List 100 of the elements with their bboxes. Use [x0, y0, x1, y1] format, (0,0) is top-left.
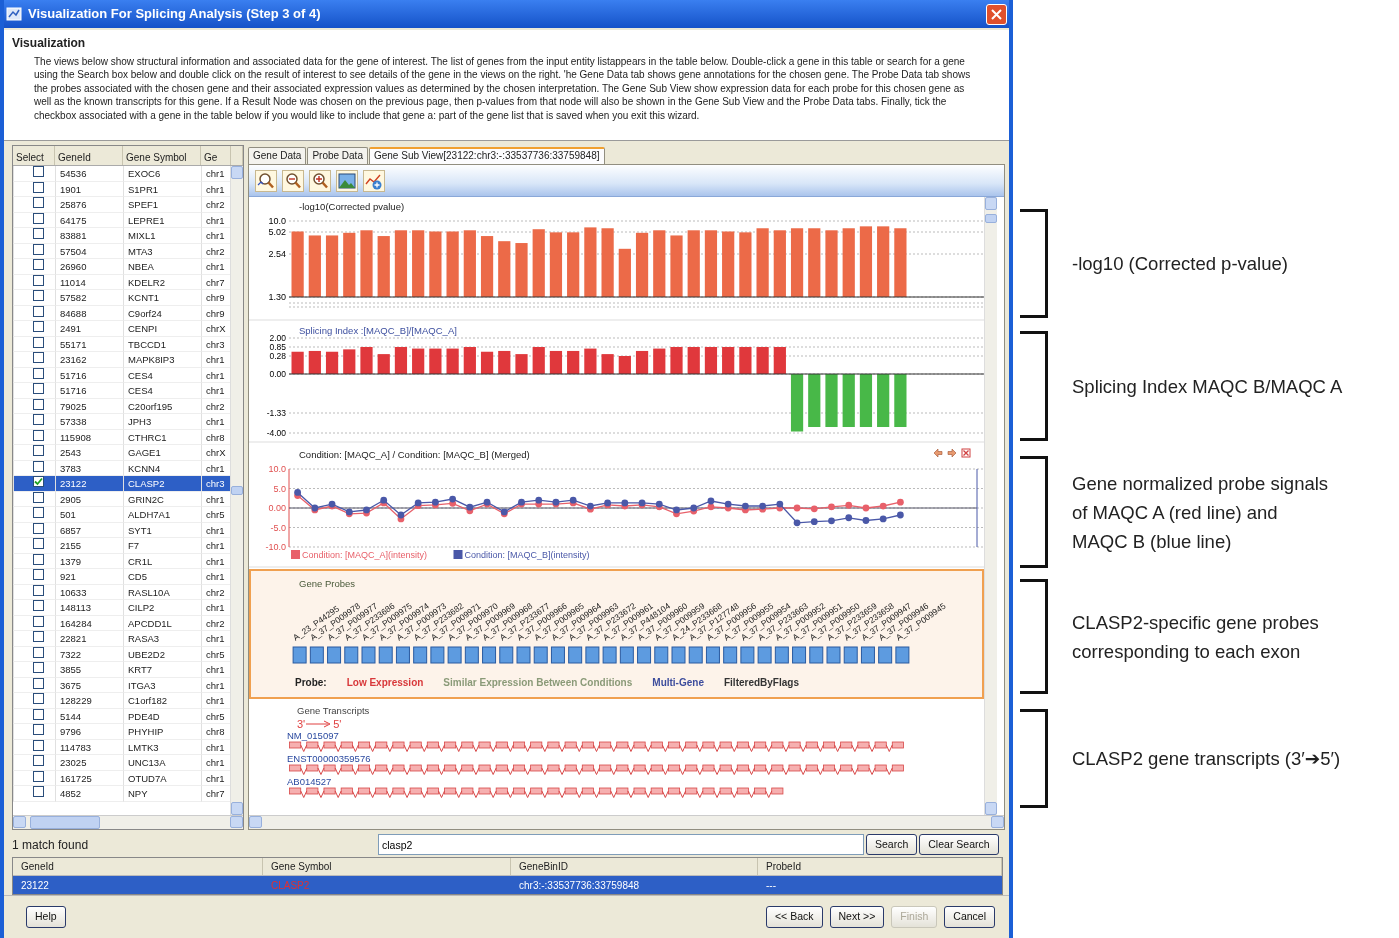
table-cell: 10633	[55, 584, 123, 600]
axis-tick-label: 0.00	[269, 369, 286, 379]
table-cell: 1379	[55, 553, 123, 569]
axis-tick-label: 5.02	[268, 227, 286, 237]
table-cell: 23025	[55, 755, 123, 771]
table-cell: 84688	[55, 305, 123, 321]
table-cell: 57338	[55, 414, 123, 430]
table-cell: CR1L	[123, 553, 201, 569]
axis-tick-label: 2.54	[268, 249, 286, 259]
description-text: The views below show structural information and associated data for the gene of interest. The list of genes from the input entity listappears in the table below. Double-click a gene in this table or search for a gene using the Search box below and double click on the result of interest to see details of the gene in the views on the right. 'he Gene Data tab shows gene annotations for the chosen gene. The Probe Data tab shows the probes associated with the chosen gene and their associated expression values as determined by the chosen interpretation. The Gene Sub View show expression data for each probe for this chosen gene as well as the known transcripts for this gene. If a Result Node was chosen on the previous page, then p-values from that node will also be shown in the Gene Sub View and the Probe Data tabs. Finally, tick the checkbox associated with a gene in the table below if you would like to include that gene a: part of the gene list that is saved when you exit this wizard.	[34, 55, 972, 123]
table-cell: RASL10A	[123, 584, 201, 600]
table-cell: CLASP2	[123, 476, 201, 492]
table-cell: 115908	[55, 429, 123, 445]
window-title: Visualization For Splicing Analysis (Step 3 of 4)	[28, 5, 321, 24]
table-cell: 164284	[55, 615, 123, 631]
table-cell: 51716	[55, 367, 123, 383]
table-cell: KRT7	[123, 662, 201, 678]
table-cell: APCDD1L	[123, 615, 201, 631]
status-text: 1 match found	[12, 836, 90, 854]
chart-title: Condition: [MAQC_A] / Condition: [MAQC_B] (Merged)	[299, 449, 530, 460]
axis-tick-label: 0.28	[269, 351, 286, 361]
table-cell: C20orf195	[123, 398, 201, 414]
table-cell: 22821	[55, 631, 123, 647]
table-cell: 921	[55, 569, 123, 585]
legend-label: FilteredByFlags	[723, 676, 799, 691]
table-cell: GRIN2C	[123, 491, 201, 507]
table-cell: MAPK8IP3	[123, 352, 201, 368]
table-cell: 114783	[55, 739, 123, 755]
annotation-text: CLASP2-specific gene probes corresponding to each exon	[1072, 610, 1320, 664]
table-cell: CENPI	[123, 321, 201, 337]
table-cell: 64175	[55, 212, 123, 228]
table-cell: S1PR1	[123, 181, 201, 197]
table-cell: 2491	[55, 321, 123, 337]
axis-tick-label: 0.85	[269, 342, 286, 352]
panel-title: Gene Transcripts	[296, 704, 371, 718]
table-cell: C9orf24	[123, 305, 201, 321]
table-cell: KCNT1	[123, 290, 201, 306]
table-cell: CTHRC1	[123, 429, 201, 445]
axis-tick-label: 10.0	[268, 216, 286, 226]
table-cell: RASA3	[123, 631, 201, 647]
table-cell: PDE4D	[123, 708, 201, 724]
table-cell: OTUD7A	[123, 770, 201, 786]
table-cell: 2905	[55, 491, 123, 507]
table-cell: UBE2D2	[123, 646, 201, 662]
table-cell-text: 23122	[20, 878, 50, 893]
table-cell: 7322	[55, 646, 123, 662]
table-cell: C1orf182	[123, 693, 201, 709]
table-cell: KDELR2	[123, 274, 201, 290]
axis-tick-label: 0.00	[268, 503, 286, 513]
table-cell: 23162	[55, 352, 123, 368]
table-cell: SPEF1	[123, 197, 201, 213]
table-cell: 4852	[55, 786, 123, 802]
table-cell: 11014	[55, 274, 123, 290]
table-cell: SYT1	[123, 522, 201, 538]
table-cell: EXOC6	[123, 166, 201, 182]
table-cell: 57504	[55, 243, 123, 259]
table-cell: 79025	[55, 398, 123, 414]
chart-title: -log10(Corrected pvalue)	[299, 201, 405, 212]
table-cell-text: chr3:-:33537736:33759848	[518, 878, 641, 893]
table-cell: ITGA3	[123, 677, 201, 693]
table-cell: 5144	[55, 708, 123, 724]
table-cell: 83881	[55, 228, 123, 244]
section-title: Visualization	[12, 35, 87, 52]
axis-tick-label: -1.33	[266, 408, 286, 418]
table-cell: PHYHIP	[123, 724, 201, 740]
table-cell: 26960	[55, 259, 123, 275]
table-cell: TBCCD1	[123, 336, 201, 352]
table-cell: CES4	[123, 367, 201, 383]
table-cell: UNC13A	[123, 755, 201, 771]
table-cell: 25876	[55, 197, 123, 213]
table-cell: F7	[123, 538, 201, 554]
table-cell: 6857	[55, 522, 123, 538]
table-cell-text: ---	[765, 878, 777, 893]
chart-title: Splicing Index :[MAQC_B]/[MAQC_A]	[299, 325, 457, 336]
table-cell: 3675	[55, 677, 123, 693]
annotation-text: Gene normalized probe signals of MAQC A (red line) and MAQC B (blue line)	[1072, 471, 1330, 554]
table-cell: MIXL1	[123, 228, 201, 244]
legend-label: Multi-Gene	[652, 676, 704, 691]
axis-tick-label: 5.0	[273, 483, 286, 494]
table-cell: 9796	[55, 724, 123, 740]
legend-label: Similar Expression Between Conditions	[443, 676, 633, 691]
table-cell: 3855	[55, 662, 123, 678]
table-cell: chr3	[201, 476, 230, 492]
table-cell: MTA3	[123, 243, 201, 259]
legend-label: Condition: [MAQC_A](intensity)	[302, 550, 428, 560]
table-cell: JPH3	[123, 414, 201, 430]
axis-tick-label: -4.00	[266, 428, 286, 438]
axis-tick-label: -10.0	[265, 542, 286, 552]
legend-label: Condition: [MAQC_B](intensity)	[464, 550, 590, 560]
axis-tick-label: 2.00	[269, 333, 286, 343]
table-cell: 54536	[55, 166, 123, 182]
table-cell: CD5	[123, 569, 201, 585]
axis-tick-label: -5.0	[270, 522, 286, 533]
table-cell: LEPRE1	[123, 212, 201, 228]
table-cell: GAGE1	[123, 445, 201, 461]
table-cell: 55171	[55, 336, 123, 352]
annotation-text: CLASP2 gene transcripts (3′➔5′)	[1072, 747, 1341, 771]
table-cell: CILP2	[123, 600, 201, 616]
axis-tick-label: 1.30	[268, 292, 286, 302]
annotation-text: -log10 (Corrected p-value)	[1072, 252, 1288, 276]
